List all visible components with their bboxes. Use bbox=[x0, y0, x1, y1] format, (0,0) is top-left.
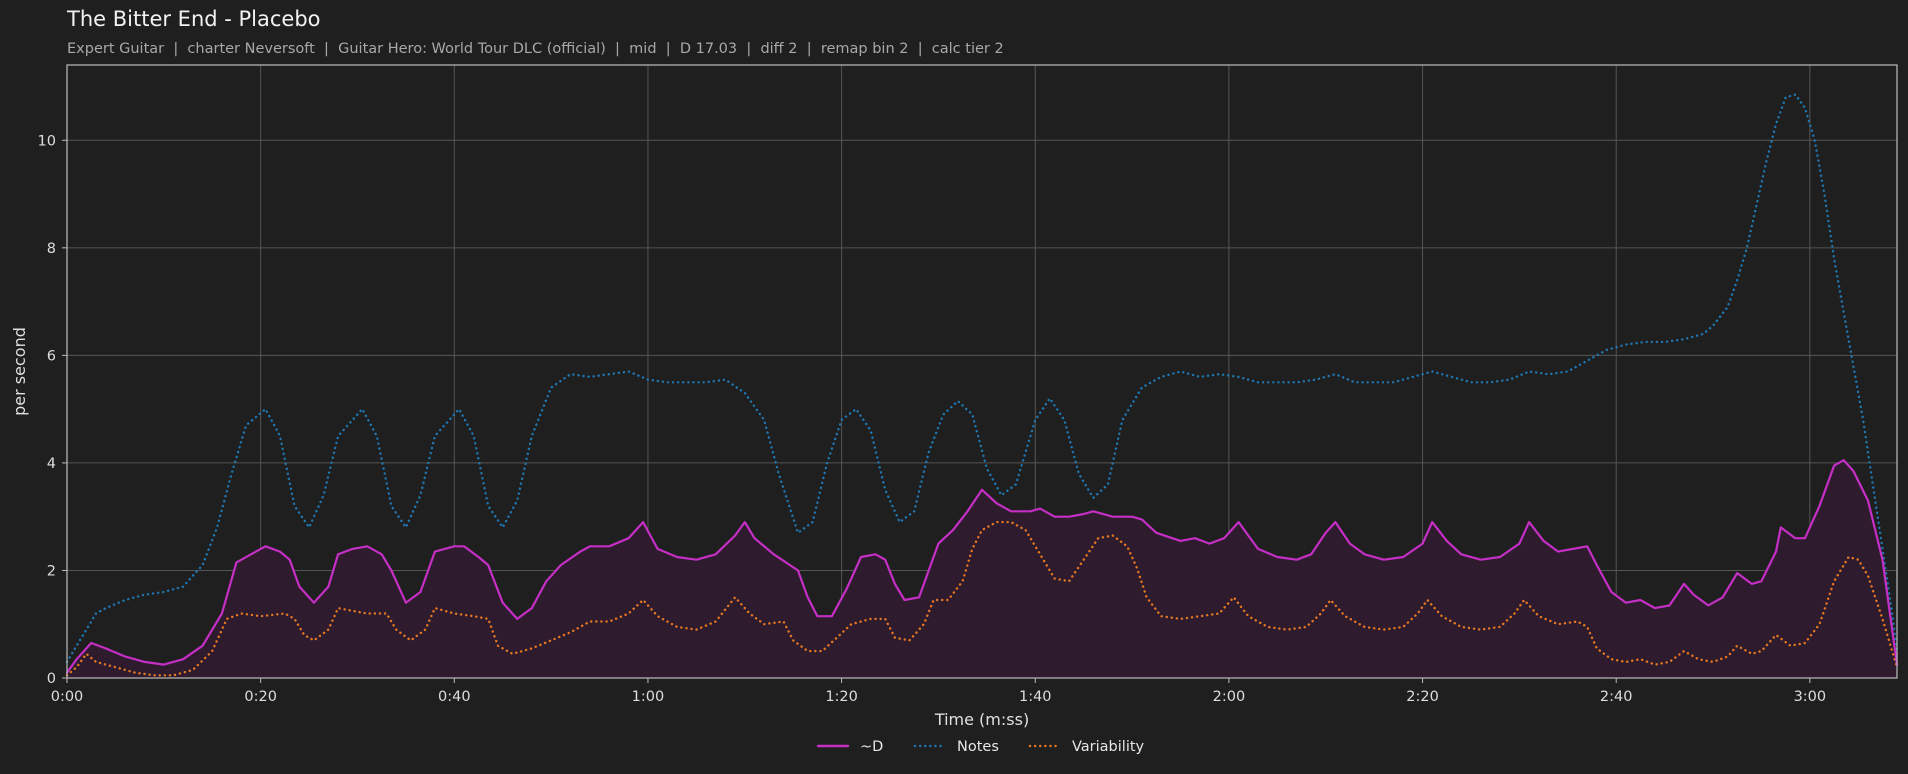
y-tick-label: 6 bbox=[47, 348, 56, 364]
y-axis-ticks: 0 2 4 6 8 10 bbox=[38, 133, 67, 687]
x-tick-label: 0:00 bbox=[51, 689, 84, 705]
x-tick-label: 2:20 bbox=[1406, 689, 1439, 705]
y-tick-label: 2 bbox=[47, 563, 56, 579]
y-tick-label: 4 bbox=[47, 456, 56, 472]
legend-label: Variability bbox=[1072, 739, 1145, 755]
x-axis-label: Time (m:ss) bbox=[934, 710, 1029, 729]
x-tick-label: 1:40 bbox=[1019, 689, 1052, 705]
legend-item: Notes bbox=[913, 739, 999, 755]
legend-item: Variability bbox=[1028, 739, 1145, 755]
x-tick-label: 2:40 bbox=[1600, 689, 1633, 705]
x-axis-ticks: 0:00 0:20 0:40 1:00 1:20 1:40 2:00 2:20 2:40 3:00 bbox=[51, 678, 1826, 705]
y-tick-label: 8 bbox=[47, 241, 56, 257]
x-tick-label: 1:00 bbox=[632, 689, 665, 705]
legend: ~D Notes Variability bbox=[816, 739, 1145, 755]
x-tick-label: 3:00 bbox=[1794, 689, 1827, 705]
x-tick-label: 0:40 bbox=[438, 689, 471, 705]
x-tick-label: 2:00 bbox=[1213, 689, 1246, 705]
legend-label: Notes bbox=[957, 739, 999, 755]
y-tick-label: 0 bbox=[47, 671, 56, 687]
y-tick-label: 10 bbox=[38, 133, 56, 149]
chart-area: 0:00 0:20 0:40 1:00 1:20 1:40 2:00 2:20 2:40 3:00… bbox=[10, 64, 1899, 755]
legend-item: ~D bbox=[816, 739, 883, 755]
y-axis-label: per second bbox=[10, 327, 29, 416]
legend-label: ~D bbox=[860, 739, 883, 755]
x-tick-label: 0:20 bbox=[244, 689, 277, 705]
x-tick-label: 1:20 bbox=[825, 689, 858, 705]
